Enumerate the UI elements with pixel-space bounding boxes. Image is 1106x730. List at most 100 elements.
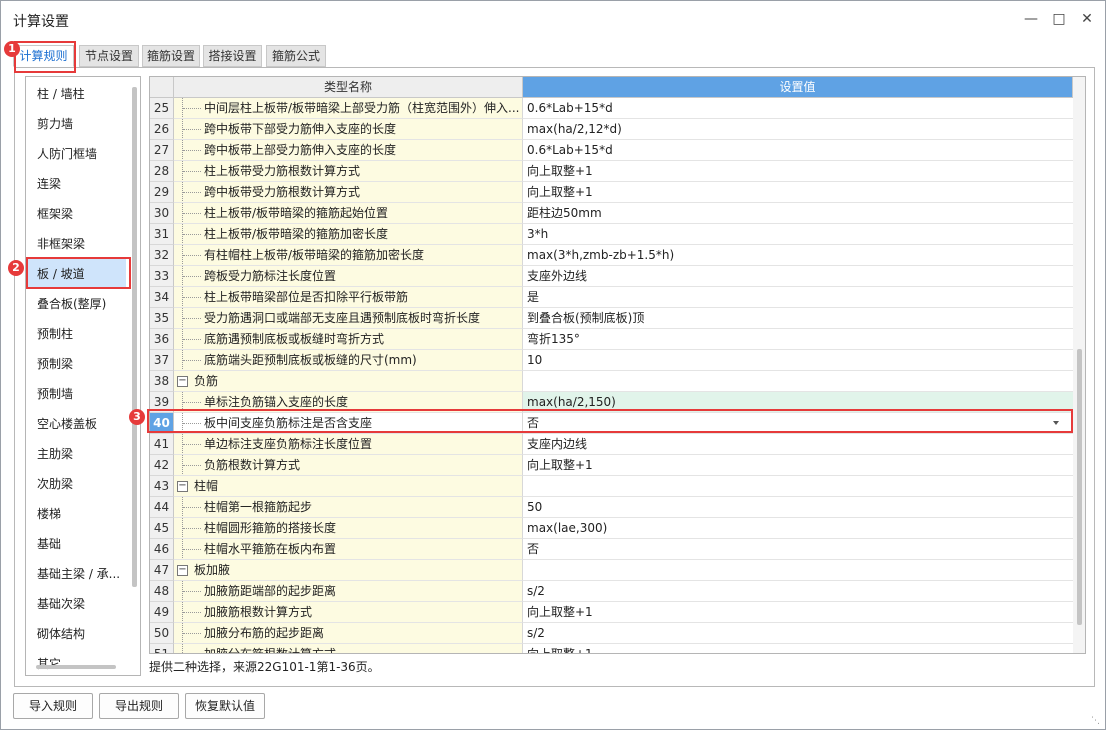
row-number[interactable]: 47 bbox=[150, 560, 174, 581]
sidebar-item-non-frame-beam[interactable]: 非框架梁 bbox=[26, 229, 126, 259]
minimize-icon[interactable]: — bbox=[1021, 9, 1041, 29]
row-name-cell[interactable]: 柱帽水平箍筋在板内布置 bbox=[174, 539, 523, 560]
row-number[interactable]: 50 bbox=[150, 623, 174, 644]
row-name-cell[interactable]: − 板加腋 bbox=[174, 560, 523, 581]
sidebar-item-column[interactable]: 柱 / 墙柱 bbox=[26, 79, 126, 109]
sidebar-item-precast-wall[interactable]: 预制墙 bbox=[26, 379, 126, 409]
row-number[interactable]: 49 bbox=[150, 602, 174, 623]
table-row[interactable]: 31 柱上板带/板带暗梁的箍筋加密长度 3*h bbox=[150, 224, 1073, 245]
table-row[interactable]: 28 柱上板带受力筋根数计算方式 向上取整+1 bbox=[150, 161, 1073, 182]
collapse-icon[interactable]: − bbox=[177, 376, 188, 387]
row-value-cell[interactable]: s/2 bbox=[523, 623, 1073, 644]
row-number[interactable]: 31 bbox=[150, 224, 174, 245]
tab-node-settings[interactable]: 节点设置 bbox=[79, 45, 139, 67]
grid-scrollbar-thumb[interactable] bbox=[1077, 349, 1082, 625]
row-name-cell[interactable]: 单边标注支座负筋标注长度位置 bbox=[174, 434, 523, 455]
row-number[interactable]: 35 bbox=[150, 308, 174, 329]
row-number[interactable]: 48 bbox=[150, 581, 174, 602]
row-number[interactable]: 36 bbox=[150, 329, 174, 350]
table-row[interactable]: 26 跨中板带下部受力筋伸入支座的长度 max(ha/2,12*d) bbox=[150, 119, 1073, 140]
table-row[interactable]: 32 有柱帽柱上板带/板带暗梁的箍筋加密长度 max(3*h,zmb-zb+1.5*… bbox=[150, 245, 1073, 266]
row-number[interactable]: 28 bbox=[150, 161, 174, 182]
row-value-cell[interactable]: max(ha/2,12*d) bbox=[523, 119, 1073, 140]
table-row[interactable]: 37 底筋端头距预制底板或板缝的尺寸(mm) 10 bbox=[150, 350, 1073, 371]
row-name-cell[interactable]: − 柱帽 bbox=[174, 476, 523, 497]
row-name-cell[interactable]: 柱上板带暗梁部位是否扣除平行板带筋 bbox=[174, 287, 523, 308]
row-number[interactable]: 38 bbox=[150, 371, 174, 392]
row-number[interactable]: 44 bbox=[150, 497, 174, 518]
row-number[interactable]: 29 bbox=[150, 182, 174, 203]
row-name-cell[interactable]: 柱上板带/板带暗梁的箍筋加密长度 bbox=[174, 224, 523, 245]
table-row[interactable]: 25 中间层柱上板带/板带暗梁上部受力筋（柱宽范围外）伸入... 0.6*Lab+1… bbox=[150, 98, 1073, 119]
sidebar-item-secondary-rib-beam[interactable]: 次肋梁 bbox=[26, 469, 126, 499]
table-row[interactable]: 50 加腋分布筋的起步距离 s/2 bbox=[150, 623, 1073, 644]
row-value-cell[interactable]: 否 bbox=[523, 539, 1073, 560]
row-name-cell[interactable]: 柱上板带/板带暗梁的箍筋起始位置 bbox=[174, 203, 523, 224]
collapse-icon[interactable]: − bbox=[177, 565, 188, 576]
row-name-cell[interactable]: 负筋根数计算方式 bbox=[174, 455, 523, 476]
row-value-cell[interactable]: 支座外边线 bbox=[523, 266, 1073, 287]
sidebar-item-civil-defense-door[interactable]: 人防门框墙 bbox=[26, 139, 126, 169]
row-name-cell[interactable]: 底筋遇预制底板或板缝时弯折方式 bbox=[174, 329, 523, 350]
row-value-cell[interactable]: 向上取整+1 bbox=[523, 182, 1073, 203]
export-rules-button[interactable]: 导出规则 bbox=[99, 693, 179, 719]
table-row[interactable]: 42 负筋根数计算方式 向上取整+1 bbox=[150, 455, 1073, 476]
row-value-cell[interactable] bbox=[523, 476, 1073, 497]
row-value-cell[interactable]: 向上取整+1 bbox=[523, 644, 1073, 653]
table-row[interactable]: 46 柱帽水平箍筋在板内布置 否 bbox=[150, 539, 1073, 560]
row-name-cell[interactable]: 加腋筋距端部的起步距离 bbox=[174, 581, 523, 602]
sidebar-item-foundation-secondary-beam[interactable]: 基础次梁 bbox=[26, 589, 126, 619]
row-name-cell[interactable]: 有柱帽柱上板带/板带暗梁的箍筋加密长度 bbox=[174, 245, 523, 266]
row-value-cell[interactable]: 向上取整+1 bbox=[523, 602, 1073, 623]
grid-header-value[interactable]: 设置值 bbox=[523, 77, 1073, 98]
sidebar-scrollbar[interactable] bbox=[132, 87, 137, 587]
sidebar-item-frame-beam[interactable]: 框架梁 bbox=[26, 199, 126, 229]
grid-group-row[interactable]: 43− 柱帽 bbox=[150, 476, 1073, 497]
table-row[interactable]: 30 柱上板带/板带暗梁的箍筋起始位置 距柱边50mm bbox=[150, 203, 1073, 224]
sidebar-item-hollow-floor[interactable]: 空心楼盖板 bbox=[26, 409, 126, 439]
row-value-cell[interactable]: 支座内边线 bbox=[523, 434, 1073, 455]
table-row[interactable]: 27 跨中板带上部受力筋伸入支座的长度 0.6*Lab+15*d bbox=[150, 140, 1073, 161]
row-number[interactable]: 46 bbox=[150, 539, 174, 560]
import-rules-button[interactable]: 导入规则 bbox=[13, 693, 93, 719]
table-row[interactable]: 35 受力筋遇洞口或端部无支座且遇预制底板时弯折长度 到叠合板(预制底板)顶 bbox=[150, 308, 1073, 329]
table-row[interactable]: 51 加腋分布筋根数计算方式 向上取整+1 bbox=[150, 644, 1073, 653]
row-value-cell[interactable]: max(lae,300) bbox=[523, 518, 1073, 539]
row-name-cell[interactable]: 底筋端头距预制底板或板缝的尺寸(mm) bbox=[174, 350, 523, 371]
row-value-cell[interactable]: max(3*h,zmb-zb+1.5*h) bbox=[523, 245, 1073, 266]
table-row[interactable]: 41 单边标注支座负筋标注长度位置 支座内边线 bbox=[150, 434, 1073, 455]
row-value-cell[interactable]: 向上取整+1 bbox=[523, 455, 1073, 476]
table-row[interactable]: 33 跨板受力筋标注长度位置 支座外边线 bbox=[150, 266, 1073, 287]
sidebar-item-precast-column[interactable]: 预制柱 bbox=[26, 319, 126, 349]
grid-group-row[interactable]: 47− 板加腋 bbox=[150, 560, 1073, 581]
row-value-cell[interactable] bbox=[523, 560, 1073, 581]
row-number[interactable]: 34 bbox=[150, 287, 174, 308]
sidebar-horizontal-scrollbar[interactable] bbox=[36, 665, 116, 669]
sidebar-item-composite-slab[interactable]: 叠合板(整厚) bbox=[26, 289, 126, 319]
row-value-cell[interactable]: 是 bbox=[523, 287, 1073, 308]
row-name-cell[interactable]: 加腋筋根数计算方式 bbox=[174, 602, 523, 623]
row-name-cell[interactable]: 跨中板带下部受力筋伸入支座的长度 bbox=[174, 119, 523, 140]
close-icon[interactable]: ✕ bbox=[1077, 9, 1097, 29]
table-row[interactable]: 29 跨中板带受力筋根数计算方式 向上取整+1 bbox=[150, 182, 1073, 203]
row-name-cell[interactable]: 柱上板带受力筋根数计算方式 bbox=[174, 161, 523, 182]
row-number[interactable]: 26 bbox=[150, 119, 174, 140]
row-name-cell[interactable]: 受力筋遇洞口或端部无支座且遇预制底板时弯折长度 bbox=[174, 308, 523, 329]
row-name-cell[interactable]: 加腋分布筋根数计算方式 bbox=[174, 644, 523, 653]
row-name-cell[interactable]: 加腋分布筋的起步距离 bbox=[174, 623, 523, 644]
row-value-cell[interactable]: 50 bbox=[523, 497, 1073, 518]
row-number[interactable]: 51 bbox=[150, 644, 174, 653]
row-number[interactable]: 37 bbox=[150, 350, 174, 371]
row-number[interactable]: 33 bbox=[150, 266, 174, 287]
row-number[interactable]: 41 bbox=[150, 434, 174, 455]
tab-stirrup-settings[interactable]: 箍筋设置 bbox=[142, 45, 200, 67]
row-value-cell[interactable]: 0.6*Lab+15*d bbox=[523, 140, 1073, 161]
row-name-cell[interactable]: − 负筋 bbox=[174, 371, 523, 392]
row-value-cell[interactable]: 向上取整+1 bbox=[523, 161, 1073, 182]
row-number[interactable]: 43 bbox=[150, 476, 174, 497]
table-row[interactable]: 48 加腋筋距端部的起步距离 s/2 bbox=[150, 581, 1073, 602]
row-name-cell[interactable]: 柱帽第一根箍筋起步 bbox=[174, 497, 523, 518]
row-number[interactable]: 30 bbox=[150, 203, 174, 224]
row-name-cell[interactable]: 跨中板带上部受力筋伸入支座的长度 bbox=[174, 140, 523, 161]
table-row[interactable]: 45 柱帽圆形箍筋的搭接长度 max(lae,300) bbox=[150, 518, 1073, 539]
